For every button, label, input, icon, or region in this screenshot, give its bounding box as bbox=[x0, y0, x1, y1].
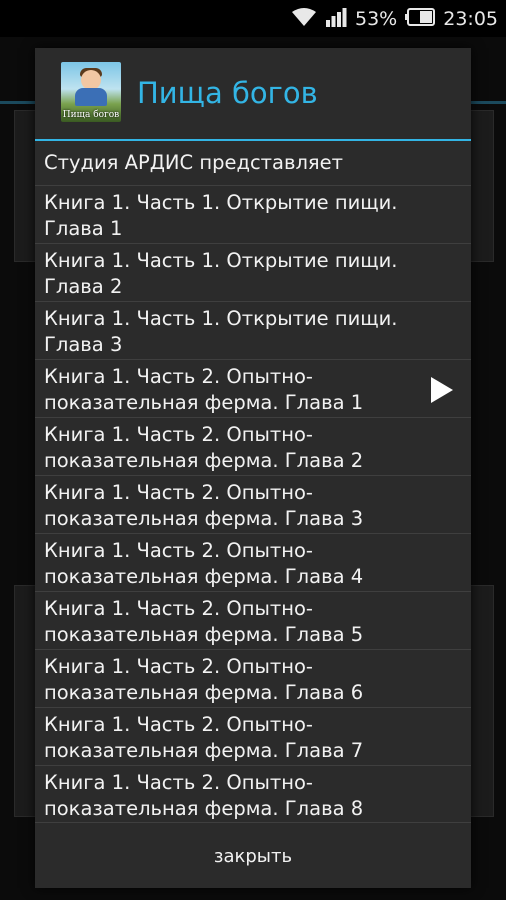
list-item-label: Книга 1. Часть 2. Опытно-показательная ф… bbox=[44, 713, 364, 762]
dialog-footer: закрыть bbox=[35, 822, 471, 889]
list-item[interactable]: Книга 1. Часть 2. Опытно-показательная ф… bbox=[35, 650, 471, 708]
dialog-title: Пища богов bbox=[137, 76, 318, 110]
list-item[interactable]: Книга 1. Часть 1. Открытие пищи. Глава 1 bbox=[35, 186, 471, 244]
list-item[interactable]: Книга 1. Часть 2. Опытно-показательная ф… bbox=[35, 592, 471, 650]
app-icon-caption: Пища богов bbox=[62, 110, 120, 120]
dialog-header: Пища богов Пища богов bbox=[35, 48, 471, 141]
list-item[interactable]: Книга 1. Часть 2. Опытно-показательная ф… bbox=[35, 534, 471, 592]
close-button[interactable]: закрыть bbox=[35, 823, 471, 889]
app-icon: Пища богов bbox=[61, 62, 121, 122]
list-item-label: Книга 1. Часть 2. Опытно-показательная ф… bbox=[44, 655, 364, 704]
battery-percent: 53% bbox=[355, 8, 398, 30]
list-item-label: Книга 1. Часть 2. Опытно-показательная ф… bbox=[44, 597, 364, 646]
list-item-label: Книга 1. Часть 2. Опытно-показательная ф… bbox=[44, 481, 364, 530]
list-item[interactable]: Книга 1. Часть 2. Опытно-показательная ф… bbox=[35, 476, 471, 534]
list-item-label: Книга 1. Часть 2. Опытно-показательная ф… bbox=[44, 365, 364, 414]
list-item-label: Книга 1. Часть 2. Опытно-показательная ф… bbox=[44, 771, 364, 820]
list-item-label: Книга 1. Часть 1. Открытие пищи. Глава 3 bbox=[44, 307, 398, 356]
list-item-label: Студия АРДИС представляет bbox=[44, 151, 344, 174]
list-item[interactable]: Книга 1. Часть 2. Опытно-показательная ф… bbox=[35, 708, 471, 766]
list-item[interactable]: Книга 1. Часть 2. Опытно-показательная ф… bbox=[35, 418, 471, 476]
list-item[interactable]: Студия АРДИС представляет bbox=[35, 141, 471, 186]
battery-icon bbox=[405, 8, 436, 30]
chapter-list-dialog: Пища богов Пища богов Студия АРДИС предс… bbox=[35, 48, 471, 888]
signal-icon bbox=[325, 7, 347, 31]
status-icons: 53% 23:05 bbox=[291, 7, 498, 31]
list-item-label: Книга 1. Часть 2. Опытно-показательная ф… bbox=[44, 539, 364, 588]
clock: 23:05 bbox=[443, 8, 498, 30]
list-item-label: Книга 1. Часть 1. Открытие пищи. Глава 1 bbox=[44, 191, 398, 240]
list-item[interactable]: Книга 1. Часть 2. Опытно-показательная ф… bbox=[35, 766, 471, 821]
list-item-label: Книга 1. Часть 1. Открытие пищи. Глава 2 bbox=[44, 249, 398, 298]
list-item-playing[interactable]: Книга 1. Часть 2. Опытно-показательная ф… bbox=[35, 360, 471, 418]
play-icon bbox=[431, 377, 453, 403]
list-item-label: Книга 1. Часть 2. Опытно-показательная ф… bbox=[44, 423, 364, 472]
chapter-list[interactable]: Студия АРДИС представляет Книга 1. Часть… bbox=[35, 141, 471, 821]
status-bar: 53% 23:05 bbox=[0, 0, 506, 37]
list-item[interactable]: Книга 1. Часть 1. Открытие пищи. Глава 2 bbox=[35, 244, 471, 302]
list-item[interactable]: Книга 1. Часть 1. Открытие пищи. Глава 3 bbox=[35, 302, 471, 360]
wifi-icon bbox=[291, 7, 317, 31]
